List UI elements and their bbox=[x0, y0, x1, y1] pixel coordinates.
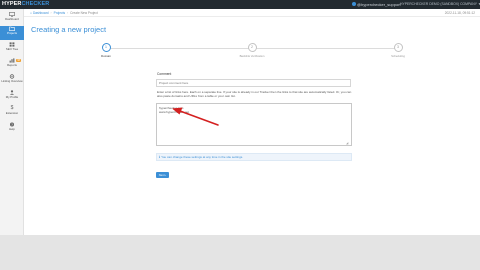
next-button[interactable]: Next › bbox=[156, 172, 169, 178]
chevron-right-icon: › bbox=[165, 173, 167, 177]
next-button-label: Next bbox=[158, 173, 165, 177]
hint-text: You can change these settings at any tim… bbox=[161, 155, 244, 159]
bottom-band bbox=[0, 235, 480, 270]
settings-hint: ℹYou can change these settings at any ti… bbox=[156, 153, 352, 161]
annotation-arrow bbox=[172, 107, 219, 126]
info-icon: ℹ bbox=[159, 155, 161, 159]
screen: HYPERCHECKER @hyperchecker_support HYPER… bbox=[0, 0, 480, 270]
